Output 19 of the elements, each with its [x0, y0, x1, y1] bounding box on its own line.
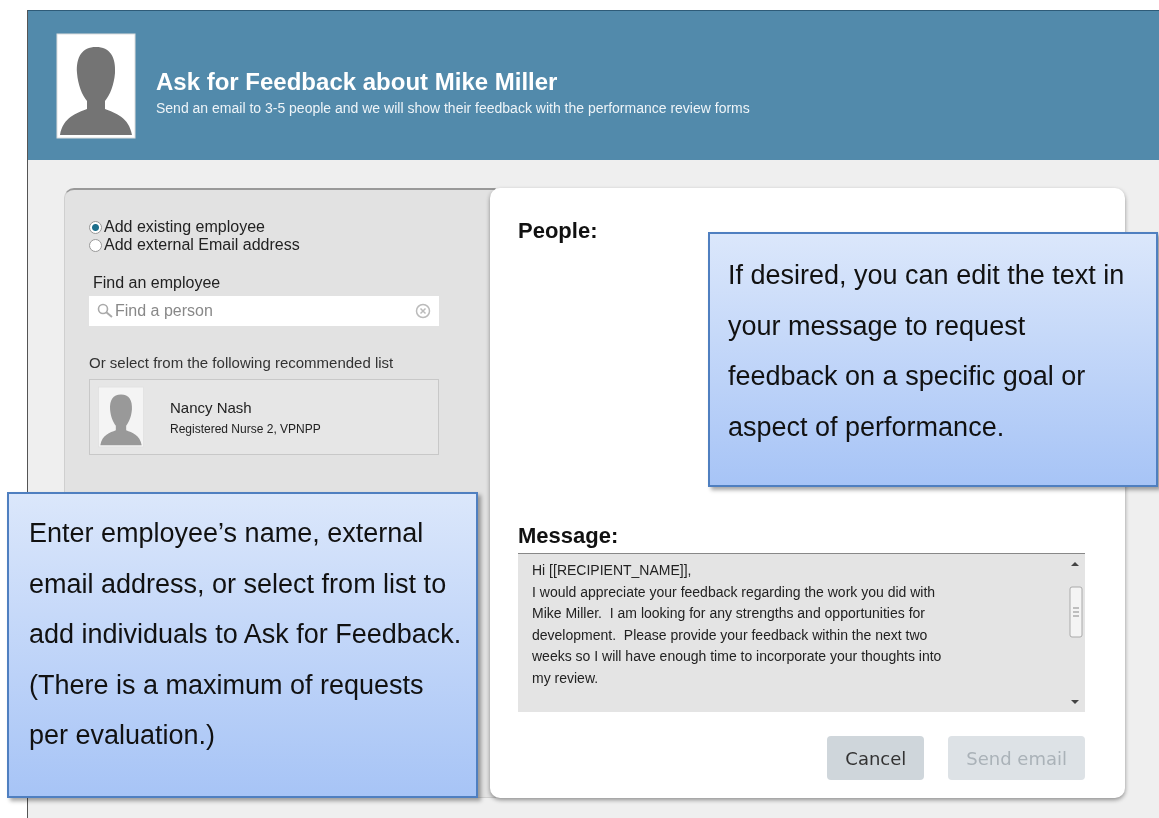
message-box[interactable]: Hi [[RECIPIENT_NAME]], I would appreciate your feedback regarding the work you did with Mike Miller. I am looking for any strengths and opportunities for development. Please provide your feedback within the next two weeks so I will have enough time to incorporate your thoughts into my review.	[518, 554, 1085, 712]
find-label: Find an employee	[93, 274, 222, 292]
callout-note: If desired, you can edit the text in your message to request feedback on a specific goal or aspect of performance.	[708, 232, 1158, 487]
page-subtitle: Send an email to 3-5 people and we will show their feedback with the performance review forms	[156, 99, 750, 116]
search-field[interactable]: Find a person	[89, 296, 439, 326]
radio-option[interactable]: Add external Email address	[89, 236, 495, 254]
page-title: Ask for Feedback about Mike Miller	[156, 67, 559, 96]
callout-note: Enter employee’s name, external email address, or select from list to add individuals to Ask for Feedback. (There is a maximum of requests per evaluation.)	[7, 492, 478, 798]
clear-icon[interactable]	[415, 303, 431, 319]
person-name: Nancy Nash	[170, 398, 253, 416]
recommended-person[interactable]: Nancy Nash Registered Nurse 2, VPNPP	[89, 379, 439, 455]
person-role: Registered Nurse 2, VPNPP	[170, 421, 321, 436]
radio-option[interactable]: Add existing employee	[89, 218, 495, 236]
cancel-button[interactable]: Cancel	[827, 736, 925, 780]
search-icon	[97, 303, 113, 319]
people-heading: People:	[518, 218, 599, 244]
recommended-label: Or select from the following recommended list	[89, 354, 395, 371]
avatar-icon	[56, 32, 136, 139]
person-icon	[98, 386, 144, 448]
